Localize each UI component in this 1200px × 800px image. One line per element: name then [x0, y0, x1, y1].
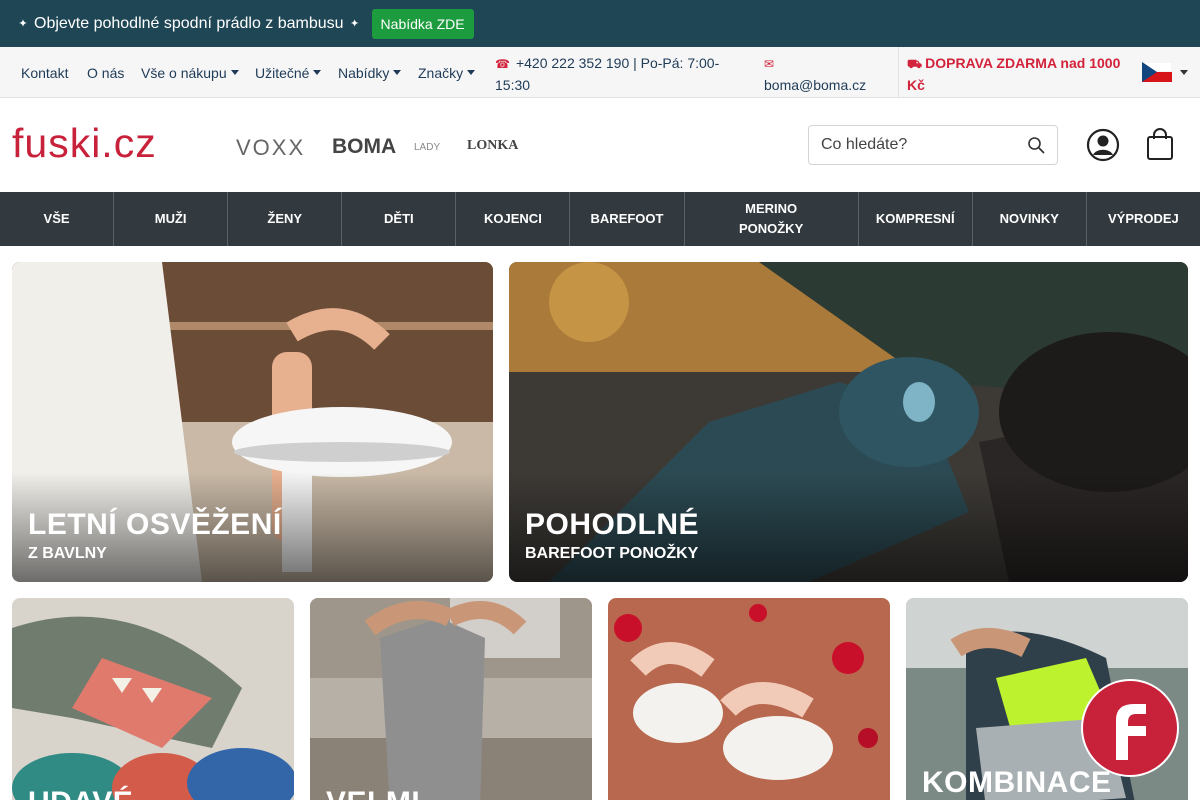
category-vyprodej[interactable]: VÝPRODEJ: [1087, 192, 1200, 246]
nav-dropdown-nabidky[interactable]: Nabídky: [338, 65, 401, 81]
promo-button[interactable]: Nabídka ZDE: [371, 8, 474, 39]
promo-tile-barefoot[interactable]: POHODLNÉ BAREFOOT PONOŽKY: [509, 262, 1188, 582]
nav-dropdown-vse-o-nakupu[interactable]: Vše o nákupu: [141, 65, 239, 81]
tile-image: [310, 598, 592, 800]
shopping-bag-icon[interactable]: [1145, 127, 1175, 161]
czech-flag-icon[interactable]: [1142, 62, 1172, 82]
category-deti[interactable]: DĚTI: [342, 192, 457, 246]
email-contact[interactable]: ✉ boma@boma.cz: [764, 53, 889, 96]
category-novinky[interactable]: NOVINKY: [973, 192, 1087, 246]
phone-contact[interactable]: ☎ +420 222 352 190 | Po-Pá: 7:00-15:30: [495, 53, 735, 96]
nav-link-o-nas[interactable]: O nás: [87, 65, 124, 81]
user-icon[interactable]: [1086, 128, 1120, 162]
search-icon[interactable]: [1027, 136, 1045, 154]
category-merino[interactable]: MERINO PONOŽKY: [685, 192, 859, 246]
tile-title: UDAVÉ: [28, 786, 133, 800]
category-kompresni[interactable]: KOMPRESNÍ: [859, 192, 973, 246]
nav-link-kontakt[interactable]: Kontakt: [21, 65, 68, 81]
nav-label: Značky: [418, 65, 464, 81]
tile-subtitle: BAREFOOT PONOŽKY: [525, 545, 699, 562]
nav-label: Vše o nákupu: [141, 65, 227, 81]
brand-logo-boma[interactable]: BOMA: [332, 135, 396, 159]
nav-label: Nabídky: [338, 65, 390, 81]
tile-title: LETNÍ OSVĚŽENÍ: [28, 508, 282, 541]
search-input[interactable]: [809, 126, 1009, 164]
tile-image: [12, 598, 294, 800]
tile-subtitle: Z BAVLNY: [28, 545, 107, 562]
promo-tile-kids[interactable]: UDAVÉ: [12, 598, 294, 800]
phone-icon: ☎: [495, 57, 510, 71]
nav-dropdown-uzitecne[interactable]: Užitečné: [255, 65, 321, 81]
shipping-text: DOPRAVA ZDARMA nad 1000 Kč: [907, 55, 1121, 93]
top-navigation: Kontakt O nás Vše o nákupu Užitečné Nabí…: [0, 47, 1200, 98]
category-barefoot[interactable]: BAREFOOT: [570, 192, 685, 246]
site-logo[interactable]: fuski.cz: [12, 120, 157, 167]
category-kojenci[interactable]: KOJENCI: [456, 192, 571, 246]
promo-tile-velmi[interactable]: VELMI: [310, 598, 592, 800]
brand-logo-voxx[interactable]: VOXX: [236, 135, 305, 161]
brand-logo-lady[interactable]: LADY: [414, 142, 440, 153]
tile-title: POHODLNÉ: [525, 508, 700, 541]
star-icon: ✦: [18, 18, 28, 30]
promo-text[interactable]: Objevte pohodlné spodní prádlo z bambusu: [34, 15, 344, 33]
free-shipping-notice[interactable]: ⛟ DOPRAVA ZDARMA nad 1000 Kč: [898, 47, 1123, 97]
nav-dropdown-znacky[interactable]: Značky: [418, 65, 475, 81]
category-vse[interactable]: VŠE: [0, 192, 115, 246]
email-text: boma@boma.cz: [764, 77, 867, 93]
category-muzi[interactable]: MUŽI: [114, 192, 229, 246]
truck-icon: ⛟: [907, 57, 923, 71]
nav-label: Užitečné: [255, 65, 310, 81]
tile-image: [608, 598, 890, 800]
category-navigation: VŠE MUŽI ŽENY DĚTI KOJENCI BAREFOOT MERI…: [0, 192, 1200, 246]
search-box: [808, 125, 1058, 165]
envelope-icon: ✉: [764, 57, 775, 71]
phone-text: +420 222 352 190 | Po-Pá: 7:00-15:30: [495, 55, 720, 93]
promo-tile-roses[interactable]: [608, 598, 890, 800]
tile-title: VELMI: [326, 786, 420, 800]
category-zeny[interactable]: ŽENY: [228, 192, 343, 246]
chat-badge-icon[interactable]: [1080, 678, 1180, 778]
language-caret-icon[interactable]: [1180, 70, 1188, 75]
promo-tile-letni[interactable]: LETNÍ OSVĚŽENÍ Z BAVLNY: [12, 262, 493, 582]
star-icon: ✦: [349, 18, 360, 30]
promo-bar: ✦ Objevte pohodlné spodní prádlo z bambu…: [0, 0, 1200, 47]
brand-logo-lonka[interactable]: LONKA: [467, 138, 518, 154]
